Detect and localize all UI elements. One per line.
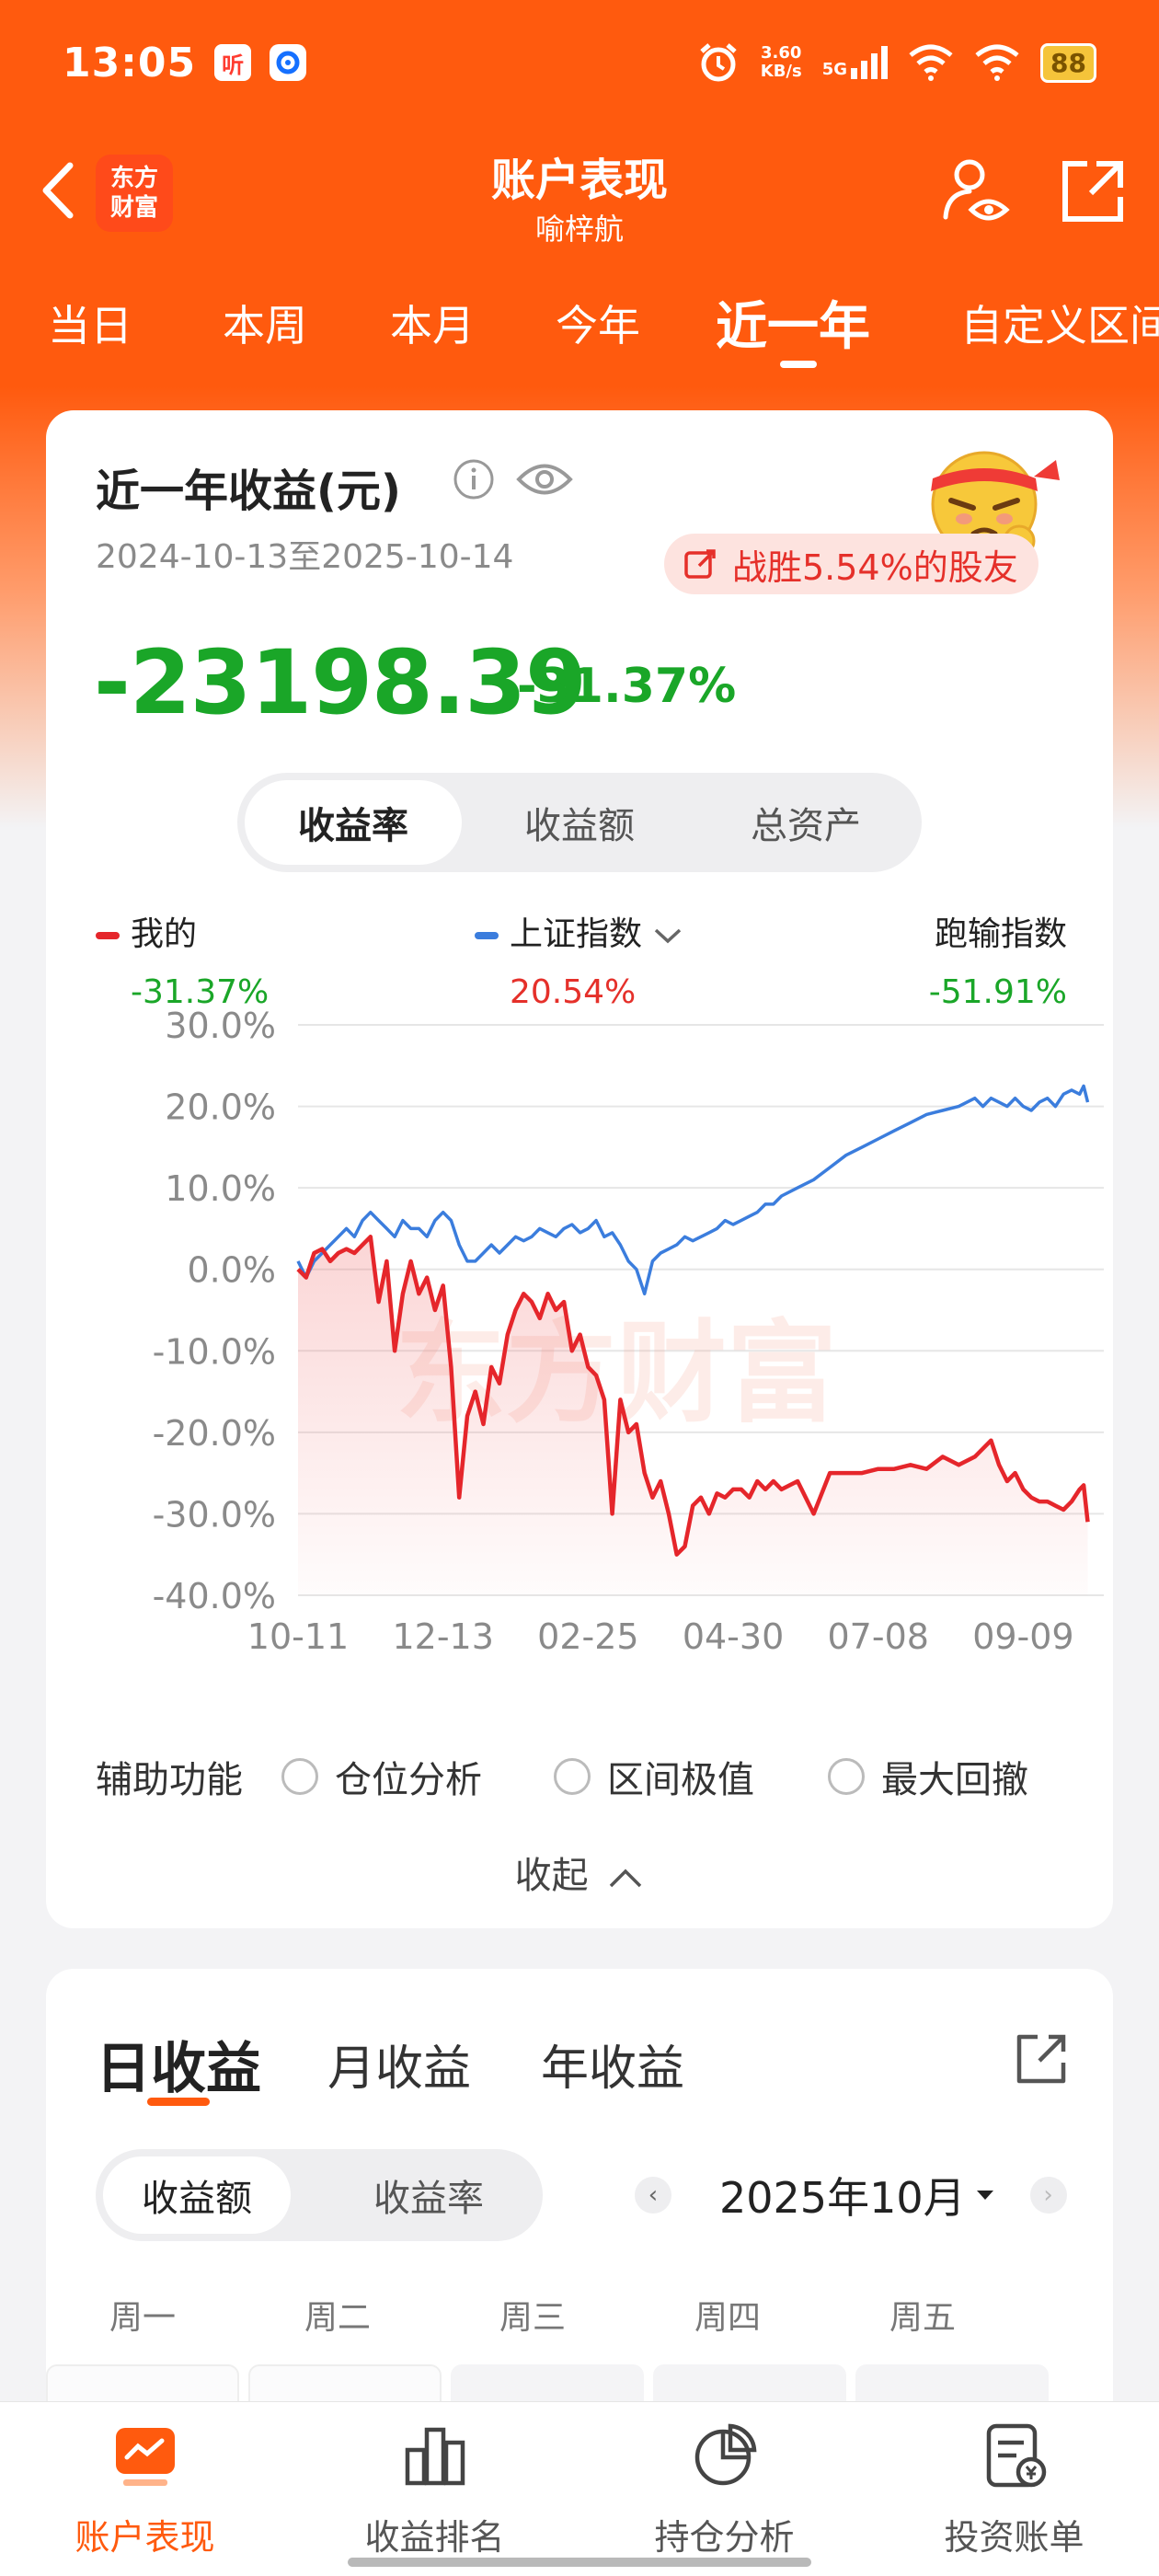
y-tick-label: -40.0% (153, 1576, 276, 1616)
performance-chart-icon (115, 2428, 175, 2486)
period-tabs: 当日 本周 本月 今年 近一年 自定义区间 (0, 285, 1159, 368)
nav-investment-bill[interactable]: 投资账单 (869, 2419, 1159, 2559)
metric-segmented-control: 收益率 收益额 总资产 (237, 773, 922, 872)
total-profit-percent: -31.37% (517, 659, 737, 714)
nav-earnings-ranking[interactable]: 收益排名 (290, 2419, 580, 2559)
y-tick-label: 30.0% (165, 1006, 276, 1046)
bill-icon (986, 2423, 1046, 2488)
radio-range-extreme[interactable] (554, 1758, 591, 1795)
tab-today[interactable]: 当日 (48, 293, 132, 353)
tab-this-week[interactable]: 本周 (223, 293, 307, 353)
status-time: 13:05 (63, 39, 197, 86)
month-selector[interactable]: 2025年10月 (719, 2165, 966, 2225)
app-header: 东方 财富 账户表现 喻梓航 (0, 138, 1159, 248)
network-speed: 3.60 KB/s (760, 43, 802, 81)
home-indicator (348, 2558, 811, 2567)
tab-return-rate[interactable]: 收益率 (245, 780, 462, 865)
x-tick-label: 10-11 (247, 1616, 349, 1650)
x-tick-label: 07-08 (828, 1616, 929, 1650)
mine-color-swatch (96, 932, 120, 939)
bar-chart-icon (405, 2427, 465, 2486)
x-tick-label: 09-09 (972, 1616, 1073, 1650)
mine-return-value: -31.37% (131, 973, 270, 1011)
collapse-button[interactable]: 收起 (46, 1846, 1113, 1899)
legend-index[interactable]: 上证指数 20.54% (475, 907, 683, 1011)
eye-icon[interactable] (515, 458, 574, 500)
x-tick-label: 02-25 (537, 1616, 638, 1650)
status-bar: 13:05 听 3.60 KB/s 5G 88 (0, 0, 1159, 125)
weekday-tue: 周二 (304, 2299, 371, 2337)
app-notification-icon: 听 (214, 44, 252, 81)
prev-month-button[interactable]: ‹ (635, 2177, 671, 2214)
battery-indicator: 88 (1040, 42, 1096, 83)
wifi-icon-2 (975, 44, 1019, 81)
share-export-icon[interactable] (1056, 155, 1130, 228)
edit-share-icon (684, 549, 716, 579)
total-profit-amount: -23198.39 (94, 631, 587, 734)
tab-total-assets[interactable]: 总资产 (697, 780, 914, 865)
underperform-value: -51.91% (928, 973, 1067, 1011)
aux-label: 辅助功能 (96, 1759, 243, 1801)
nav-account-performance[interactable]: 账户表现 (0, 2419, 290, 2559)
weekday-mon: 周一 (109, 2299, 176, 2337)
y-tick-label: -30.0% (153, 1494, 276, 1535)
series-line-index (296, 1084, 1090, 1296)
returns-line-chart[interactable]: 东方财富 30.0% 20.0% 10.0% 0.0% -10.0% -20.0% -30.… (101, 1006, 1113, 1650)
date-range: 2024-10-13至2025-10-14 (96, 538, 514, 576)
chevron-down-icon[interactable] (652, 925, 683, 947)
radio-max-drawdown[interactable] (828, 1758, 865, 1795)
legend-mine: 我的 -31.37% (96, 907, 269, 1011)
tab-last-year[interactable]: 近一年 (716, 285, 870, 360)
earnings-tab-indicator (147, 2098, 210, 2106)
x-tick-label: 12-13 (392, 1616, 493, 1650)
browser-notification-icon (270, 44, 307, 81)
tab-custom-range[interactable]: 自定义区间 (960, 293, 1159, 353)
legend-underperform: 跑输指数 -51.91% (874, 907, 1067, 1011)
radio-position-analysis[interactable] (281, 1758, 318, 1795)
y-tick-label: 0.0% (187, 1250, 276, 1291)
bottom-navigation: 账户表现 收益排名 持仓分析 投资账单 (0, 2401, 1159, 2576)
y-tick-label: -20.0% (153, 1413, 276, 1454)
option-range-extreme[interactable]: 区间极值 (554, 1750, 754, 1803)
y-tick-label: -10.0% (153, 1331, 276, 1372)
y-tick-label: 20.0% (165, 1087, 276, 1128)
nav-holdings-analysis[interactable]: 持仓分析 (580, 2419, 869, 2559)
tab-this-month[interactable]: 本月 (390, 293, 475, 353)
info-icon[interactable] (453, 458, 495, 500)
performance-card: 近一年收益(元) 2024-10-13至2025-10-14 战胜5.54%的股… (46, 410, 1113, 1928)
chevron-up-icon (610, 1869, 642, 1888)
chart-watermark: 东方财富 (396, 1310, 837, 1438)
tab-earnings-rate[interactable]: 收益率 (335, 2156, 522, 2234)
earnings-metric-toggle: 收益额 收益率 (96, 2149, 543, 2241)
option-position-analysis[interactable]: 仓位分析 (281, 1750, 482, 1803)
tab-return-amount[interactable]: 收益额 (471, 780, 688, 865)
signal-icon (851, 46, 889, 79)
weekday-fri: 周五 (889, 2299, 956, 2337)
alarm-icon (700, 43, 737, 82)
month-navigator: ‹ 2025年10月 › (635, 2156, 1067, 2234)
wifi-icon (909, 44, 953, 81)
tab-daily-earnings[interactable]: 日收益 (96, 2024, 261, 2104)
index-color-swatch (475, 932, 499, 939)
period-tab-indicator (780, 361, 817, 368)
x-tick-label: 04-30 (683, 1616, 784, 1650)
caret-down-icon[interactable] (975, 2189, 995, 2202)
beat-peers-badge[interactable]: 战胜5.54%的股友 (664, 534, 1039, 594)
share-icon[interactable] (1012, 2028, 1073, 2088)
summary-title: 近一年收益(元) (96, 466, 401, 517)
weekday-thu: 周四 (694, 2299, 761, 2337)
tab-earnings-amount[interactable]: 收益额 (103, 2156, 291, 2234)
pie-chart-icon (694, 2423, 756, 2486)
tab-monthly-earnings[interactable]: 月收益 (327, 2030, 471, 2099)
tab-this-year[interactable]: 今年 (556, 293, 640, 353)
account-privacy-icon[interactable] (938, 155, 1012, 228)
tab-yearly-earnings[interactable]: 年收益 (541, 2030, 684, 2099)
y-tick-label: 10.0% (165, 1168, 276, 1209)
next-month-button[interactable]: › (1029, 2177, 1067, 2214)
option-max-drawdown[interactable]: 最大回撤 (828, 1750, 1028, 1803)
weekday-wed: 周三 (499, 2299, 566, 2337)
index-return-value: 20.54% (510, 973, 637, 1011)
network-type: 5G (821, 60, 848, 79)
